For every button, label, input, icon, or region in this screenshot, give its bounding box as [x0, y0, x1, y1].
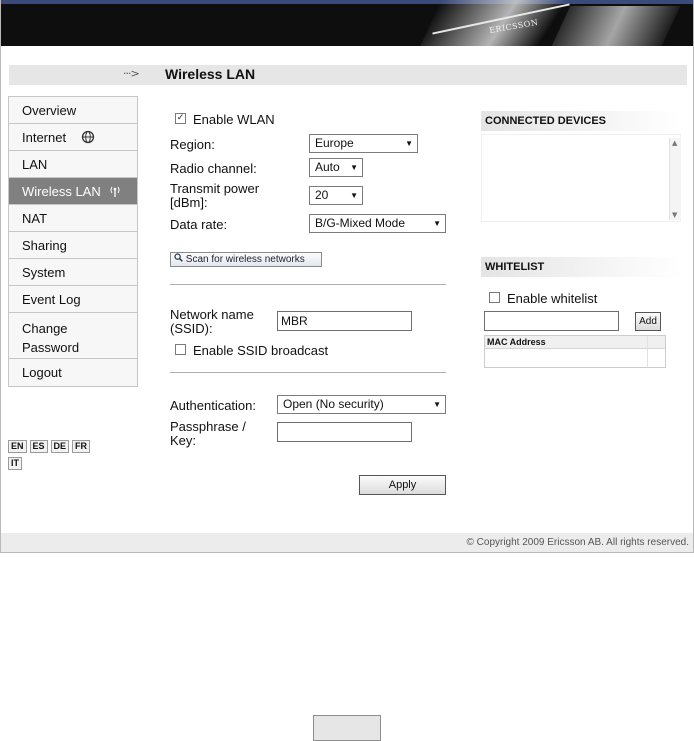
sidebar-item-system[interactable]: System	[9, 259, 137, 286]
globe-icon	[81, 130, 95, 144]
add-mac-button[interactable]: Add	[635, 312, 661, 331]
sidebar-nav: Overview Internet LAN Wireless LAN NAT S…	[8, 96, 138, 387]
passphrase-label: Passphrase /	[170, 419, 246, 434]
sidebar-item-label: Sharing	[22, 238, 67, 253]
ssid-label-line2: (SSID):	[170, 321, 213, 336]
passphrase-label-line2: Key:	[170, 433, 197, 448]
header-banner: ERICSSON	[1, 0, 693, 46]
sidebar-item-sharing[interactable]: Sharing	[9, 232, 137, 259]
blank-button[interactable]	[313, 715, 381, 741]
sidebar-item-label: Wireless LAN	[22, 184, 101, 199]
enable-wlan-checkbox[interactable]: ✓	[175, 113, 186, 124]
sidebar-item-label: Change	[22, 321, 68, 336]
whitelist-header: WHITELIST	[481, 257, 681, 277]
data-rate-select[interactable]: B/G-Mixed Mode ▼	[309, 214, 446, 233]
mac-address-column-header: MAC Address	[485, 336, 665, 349]
lang-en-button[interactable]: EN	[8, 440, 27, 453]
page-title: Wireless LAN	[165, 66, 256, 82]
mac-address-input[interactable]	[484, 311, 619, 331]
authentication-label: Authentication:	[170, 398, 257, 413]
region-select[interactable]: Europe ▼	[309, 134, 418, 153]
chevron-down-icon: ▼	[433, 400, 441, 409]
radio-channel-label: Radio channel:	[170, 161, 257, 176]
authentication-value: Open (No security)	[283, 397, 384, 411]
header-glare-secondary	[551, 6, 681, 46]
sidebar-item-label-line2: Password	[22, 340, 80, 355]
sidebar-item-label: Event Log	[22, 292, 81, 307]
radio-channel-select[interactable]: Auto ▼	[309, 158, 363, 177]
lang-de-button[interactable]: DE	[50, 440, 70, 453]
sidebar-item-label: Internet	[22, 130, 67, 145]
passphrase-input[interactable]	[277, 422, 412, 442]
sidebar-item-lan[interactable]: LAN	[9, 151, 137, 178]
authentication-select[interactable]: Open (No security) ▼	[277, 395, 446, 414]
whitelist-table: MAC Address	[484, 335, 666, 368]
ssid-broadcast-checkbox[interactable]	[175, 344, 186, 355]
data-rate-value: B/G-Mixed Mode	[315, 216, 406, 230]
transmit-power-unit-label: [dBm]:	[170, 195, 208, 210]
transmit-power-select[interactable]: 20 ▼	[309, 186, 363, 205]
sidebar-item-label: Logout	[22, 365, 62, 380]
wireless-icon	[108, 184, 122, 198]
sidebar-item-label: System	[22, 265, 66, 280]
transmit-power-label: Transmit power	[170, 181, 260, 196]
devices-scrollbar[interactable]: ▲ ▼	[669, 138, 681, 220]
region-value: Europe	[315, 136, 354, 150]
sidebar-item-label: NAT	[22, 211, 48, 226]
lang-fr-button[interactable]: FR	[72, 440, 91, 453]
table-column-divider	[647, 336, 648, 367]
radio-channel-value: Auto	[315, 160, 340, 174]
chevron-down-icon: ▼	[350, 163, 358, 172]
lang-es-button[interactable]: ES	[29, 440, 48, 453]
scan-networks-label: Scan for wireless networks	[185, 254, 305, 266]
scroll-up-icon[interactable]: ▲	[672, 139, 677, 147]
sidebar-item-label: LAN	[22, 157, 48, 172]
enable-whitelist-checkbox[interactable]	[489, 292, 500, 303]
sidebar-item-internet[interactable]: Internet	[9, 124, 137, 151]
enable-wlan-label: Enable WLAN	[193, 112, 275, 127]
region-label: Region:	[170, 137, 215, 152]
scan-networks-button[interactable]: Scan for wireless networks	[170, 252, 322, 267]
title-bar: ···> Wireless LAN	[9, 65, 687, 85]
chevron-down-icon: ▼	[405, 139, 413, 148]
scroll-down-icon[interactable]: ▼	[672, 211, 677, 219]
copyright-text: © Copyright 2009 Ericsson AB. All rights…	[466, 537, 689, 548]
ssid-input[interactable]: MBR	[277, 311, 412, 331]
router-admin-frame: ERICSSON ···> Wireless LAN Overview Inte…	[0, 0, 694, 553]
ssid-broadcast-label: Enable SSID broadcast	[193, 343, 329, 358]
ssid-label: Network name	[170, 307, 254, 322]
footer: © Copyright 2009 Ericsson AB. All rights…	[1, 533, 693, 552]
sidebar-item-nat[interactable]: NAT	[9, 205, 137, 232]
chevron-down-icon: ▼	[350, 191, 358, 200]
sidebar-item-overview[interactable]: Overview	[9, 97, 137, 124]
sidebar-item-label: Overview	[22, 103, 77, 118]
apply-button[interactable]: Apply	[359, 475, 446, 495]
section-divider	[170, 372, 446, 373]
connected-devices-list	[481, 134, 681, 222]
language-selector: EN ES DE FR IT	[8, 438, 138, 472]
lang-it-button[interactable]: IT	[8, 457, 22, 470]
sidebar-item-wireless-lan[interactable]: Wireless LAN	[9, 178, 137, 205]
search-icon	[174, 253, 183, 266]
connected-devices-header: CONNECTED DEVICES	[481, 111, 681, 131]
section-divider	[170, 284, 446, 285]
data-rate-label: Data rate:	[170, 217, 228, 232]
sidebar-item-event-log[interactable]: Event Log	[9, 286, 137, 313]
sidebar-item-change-password[interactable]: Change Password	[9, 313, 137, 359]
sidebar-item-logout[interactable]: Logout	[9, 359, 137, 386]
title-arrow-icon: ···>	[123, 67, 140, 80]
chevron-down-icon: ▼	[433, 219, 441, 228]
transmit-power-value: 20	[315, 188, 329, 202]
enable-whitelist-label: Enable whitelist	[507, 291, 598, 306]
